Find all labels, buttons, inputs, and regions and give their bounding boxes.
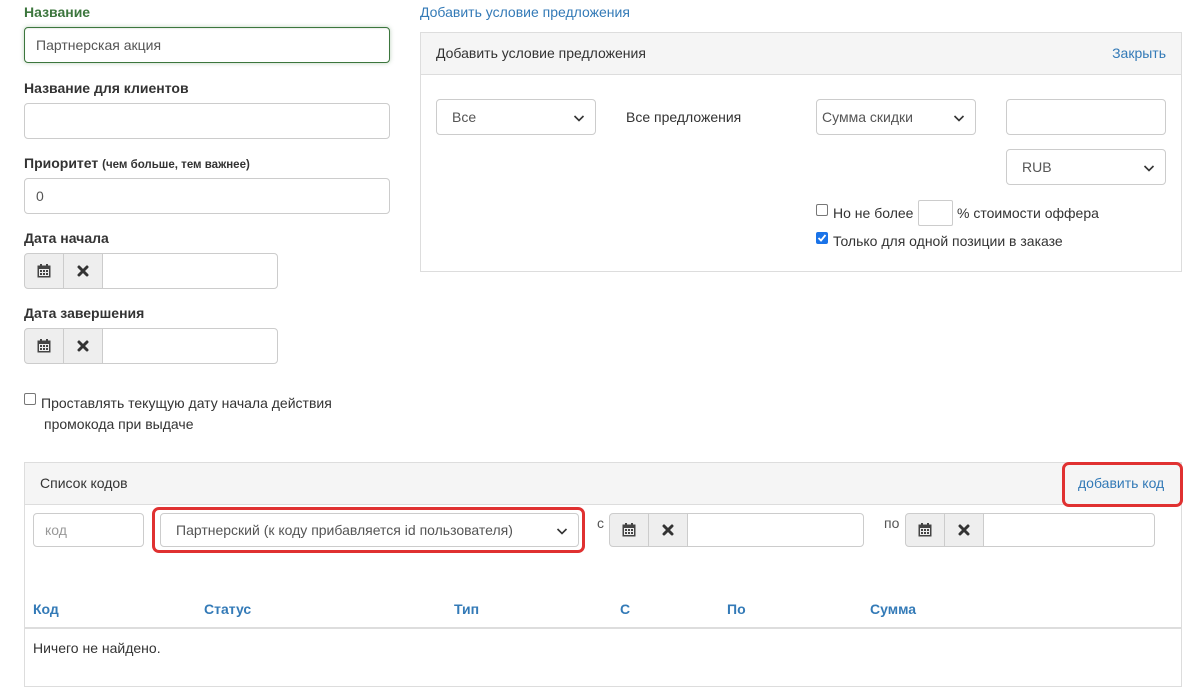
- from-label: с: [597, 515, 604, 531]
- table-header-divider: [25, 627, 1181, 629]
- to-date-calendar-button[interactable]: [905, 513, 945, 547]
- single-position-checkbox[interactable]: [816, 232, 828, 244]
- times-icon: [662, 524, 674, 536]
- column-header-to[interactable]: По: [727, 601, 746, 617]
- to-date-input[interactable]: [983, 513, 1155, 547]
- to-label: по: [884, 515, 900, 531]
- name-label: Название: [24, 4, 91, 20]
- offer-condition-panel-header: Добавить условие предложения Закрыть: [421, 33, 1181, 75]
- set-current-date-label-line2: промокода при выдаче: [44, 416, 194, 432]
- codes-panel: Список кодов: [24, 462, 1182, 687]
- limit-checkbox[interactable]: [816, 204, 828, 216]
- discount-type-select-value: Сумма скидки: [822, 109, 913, 125]
- empty-table-message: Ничего не найдено.: [33, 640, 161, 656]
- single-position-label: Только для одной позиции в заказе: [833, 233, 1063, 249]
- start-date-label: Дата начала: [24, 230, 109, 246]
- check-icon: [817, 234, 827, 242]
- chevron-down-icon: [573, 115, 585, 122]
- discount-type-select[interactable]: Сумма скидки: [816, 99, 976, 135]
- offer-condition-panel-title: Добавить условие предложения: [436, 45, 646, 61]
- column-header-type[interactable]: Тип: [454, 601, 479, 617]
- client-name-label: Название для клиентов: [24, 80, 189, 96]
- times-icon: [77, 265, 89, 277]
- calendar-icon: [918, 523, 932, 537]
- currency-select-value: RUB: [1022, 159, 1052, 175]
- start-date-group: [24, 253, 278, 289]
- column-header-from[interactable]: С: [620, 601, 630, 617]
- calendar-icon: [622, 523, 636, 537]
- add-code-highlight: [1062, 462, 1183, 507]
- code-filter-input[interactable]: код: [33, 513, 144, 547]
- from-date-group: [609, 513, 864, 547]
- chevron-down-icon: [953, 115, 965, 122]
- scope-select[interactable]: Все: [436, 99, 596, 135]
- close-link[interactable]: Закрыть: [1112, 45, 1166, 61]
- priority-label-text: Приоритет: [24, 155, 99, 171]
- calendar-icon: [37, 264, 51, 278]
- to-date-clear-button[interactable]: [944, 513, 984, 547]
- column-header-amount[interactable]: Сумма: [870, 601, 916, 617]
- times-icon: [77, 340, 89, 352]
- limit-suffix-label: % стоимости оффера: [957, 205, 1099, 221]
- end-date-input[interactable]: [102, 328, 278, 364]
- priority-hint: (чем больше, тем важнее): [102, 159, 250, 171]
- start-date-clear-button[interactable]: [63, 253, 103, 289]
- end-date-clear-button[interactable]: [63, 328, 103, 364]
- codes-panel-title: Список кодов: [40, 475, 128, 491]
- priority-label: Приоритет (чем больше, тем важнее): [24, 155, 250, 171]
- amount-input[interactable]: [1006, 99, 1166, 135]
- limit-percent-input[interactable]: [918, 200, 953, 226]
- column-header-status[interactable]: Статус: [204, 601, 251, 617]
- set-current-date-checkbox[interactable]: [24, 393, 36, 405]
- currency-select[interactable]: RUB: [1006, 149, 1166, 185]
- chevron-down-icon: [1143, 165, 1155, 172]
- set-current-date-label-line1: Проставлять текущую дату начала действия: [41, 395, 332, 411]
- column-header-code[interactable]: Код: [33, 601, 59, 617]
- all-offers-label: Все предложения: [626, 109, 742, 125]
- end-date-group: [24, 328, 278, 364]
- start-date-calendar-button[interactable]: [24, 253, 64, 289]
- name-input[interactable]: Партнерская акция: [24, 27, 390, 63]
- code-type-highlight: [152, 507, 585, 553]
- end-date-label: Дата завершения: [24, 305, 145, 321]
- codes-panel-header: Список кодов: [25, 463, 1181, 505]
- from-date-input[interactable]: [687, 513, 864, 547]
- client-name-input[interactable]: [24, 103, 390, 139]
- to-date-group: [905, 513, 1155, 547]
- priority-input[interactable]: 0: [24, 178, 390, 214]
- calendar-icon: [37, 339, 51, 353]
- scope-select-value: Все: [452, 109, 477, 125]
- from-date-calendar-button[interactable]: [609, 513, 649, 547]
- end-date-calendar-button[interactable]: [24, 328, 64, 364]
- add-offer-condition-link[interactable]: Добавить условие предложения: [420, 4, 630, 20]
- from-date-clear-button[interactable]: [648, 513, 688, 547]
- times-icon: [958, 524, 970, 536]
- set-current-date-label: Проставлять текущую дату начала действия…: [41, 393, 332, 435]
- limit-checkbox-label: Но не более: [833, 205, 914, 221]
- start-date-input[interactable]: [102, 253, 278, 289]
